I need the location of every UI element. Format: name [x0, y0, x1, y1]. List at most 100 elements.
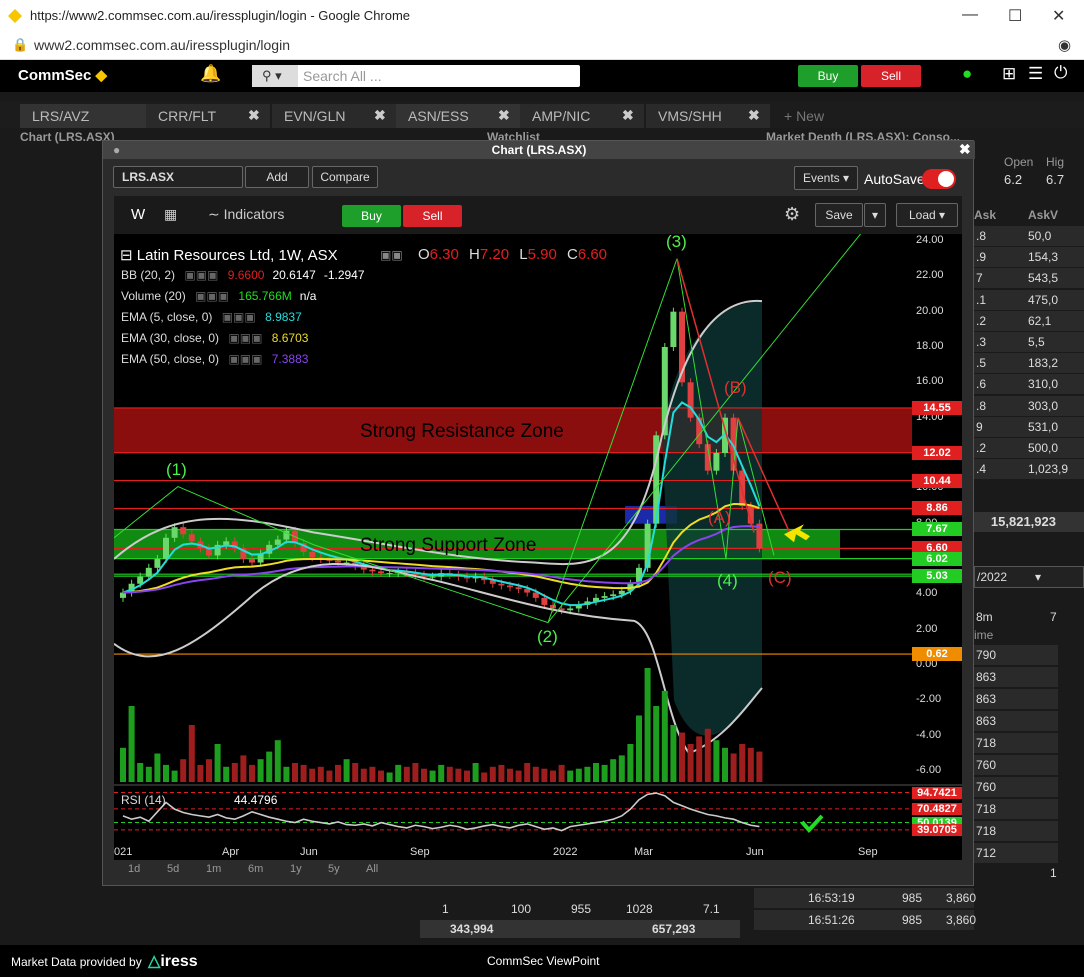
price-chart[interactable]: [114, 234, 962, 860]
period-1y[interactable]: 1y: [290, 863, 302, 875]
tab-amp-nic[interactable]: AMP/NIC ✖: [520, 104, 644, 128]
close-tab-icon[interactable]: ✖: [374, 107, 386, 124]
period-6m[interactable]: 6m: [248, 863, 263, 875]
period-5y[interactable]: 5y: [328, 863, 340, 875]
depth-row[interactable]: .9 154,3: [974, 247, 1084, 269]
power-icon[interactable]: ⏻: [1054, 63, 1067, 83]
address-bar[interactable]: 🔒 www2.commsec.com.au/iressplugin/login …: [0, 32, 1084, 60]
period-5d[interactable]: 5d: [167, 863, 179, 875]
indicator-legend-row[interactable]: EMA (5, close, 0) ▣▣▣ 8.9837: [121, 310, 302, 324]
tab-evn-gln[interactable]: EVN/GLN ✖: [272, 104, 396, 128]
events-dropdown[interactable]: Events ▾: [794, 166, 858, 190]
load-dropdown[interactable]: Load ▾: [896, 203, 958, 227]
minimize-button[interactable]: —: [962, 6, 978, 24]
search-icon[interactable]: ⚲ ▾: [252, 65, 298, 87]
depth-row[interactable]: .4 1,023,9: [974, 459, 1084, 481]
period-1m[interactable]: 1m: [206, 863, 221, 875]
indicator-legend-row[interactable]: EMA (50, close, 0) ▣▣▣ 7.3883: [121, 352, 308, 366]
period-1d[interactable]: 1d: [128, 863, 140, 875]
tab-asn-ess[interactable]: ASN/ESS ✖: [396, 104, 520, 128]
bell-icon[interactable]: 🔔: [200, 64, 221, 84]
depth-row[interactable]: .8 50,0: [974, 226, 1084, 247]
add-icon[interactable]: ⊞: [1002, 64, 1016, 84]
depth-row[interactable]: .3 5,5: [974, 332, 1084, 353]
close-tab-icon[interactable]: ✖: [748, 107, 760, 124]
depth-row[interactable]: .8 303,0: [974, 395, 1084, 417]
wave-b-label: (B): [724, 378, 747, 397]
indicators-button[interactable]: ∼ Indicators: [208, 206, 284, 223]
tab-crr-flt[interactable]: CRR/FLT ✖: [146, 104, 270, 128]
depth-row[interactable]: .5 183,2: [974, 353, 1084, 375]
header-buy-button[interactable]: Buy: [798, 65, 858, 87]
new-tab-button[interactable]: + New: [772, 104, 842, 128]
trade-row[interactable]: 790: [974, 645, 1058, 666]
eye-icon[interactable]: ◉: [1058, 36, 1071, 54]
interval-selector[interactable]: W: [131, 206, 145, 223]
chart-buy-button[interactable]: Buy: [342, 205, 401, 227]
maximize-button[interactable]: ☐: [1008, 6, 1022, 26]
search-input[interactable]: ⚲ ▾ Search All ...: [252, 65, 580, 87]
close-chart-icon[interactable]: ✖: [959, 141, 971, 158]
depth-row[interactable]: .2 62,1: [974, 310, 1084, 332]
close-tab-icon[interactable]: ✖: [498, 107, 510, 124]
trade-row[interactable]: 718: [974, 733, 1058, 754]
close-tab-icon[interactable]: ✖: [622, 107, 634, 124]
symbol-input[interactable]: LRS.ASX: [113, 166, 243, 188]
tab-vms-shh[interactable]: VMS/SHH ✖: [646, 104, 770, 128]
chart-window-title[interactable]: Chart (LRS.ASX): [103, 141, 975, 159]
trade-row[interactable]: 863: [974, 667, 1058, 688]
legend-settings-icon[interactable]: ▣▣: [380, 248, 403, 262]
depth-row[interactable]: .2 500,0: [974, 438, 1084, 459]
close-window-button[interactable]: ✕: [1052, 6, 1065, 26]
period-All[interactable]: All: [366, 863, 378, 875]
trade-row[interactable]: 718: [974, 799, 1058, 820]
commsec-logo: CommSec ◆: [18, 67, 108, 84]
trade-row[interactable]: 712: [974, 843, 1058, 864]
compare-button[interactable]: Compare: [312, 166, 378, 188]
candle: [378, 571, 384, 574]
candle: [386, 573, 393, 575]
gear-icon[interactable]: ⚙: [784, 204, 800, 225]
depth-row[interactable]: 7 543,5: [974, 268, 1084, 290]
trade-row[interactable]: 863: [974, 689, 1058, 710]
tab-lrs-avz[interactable]: LRS/AVZ: [20, 104, 148, 128]
volume-bar: [584, 766, 591, 782]
trade-row[interactable]: 760: [974, 755, 1058, 776]
price-level-badge: 12.02: [912, 445, 962, 460]
volume-bar: [240, 755, 247, 782]
add-button[interactable]: Add: [245, 166, 309, 188]
save-dropdown-icon[interactable]: ▾: [864, 203, 886, 227]
header-sell-button[interactable]: Sell: [861, 65, 921, 87]
site-warning-icon: [8, 9, 22, 23]
price-level-badge: 0.62: [912, 647, 962, 662]
indicator-legend-row[interactable]: BB (20, 2) ▣▣▣ 9.6600 20.6147 -1.2947: [121, 268, 365, 282]
candle-type-icon[interactable]: ▦: [164, 206, 177, 223]
chart-sell-button[interactable]: Sell: [403, 205, 462, 227]
trade-row[interactable]: 718: [974, 821, 1058, 842]
close-tab-icon[interactable]: ✖: [248, 107, 260, 124]
rsi-label: RSI (14): [121, 793, 166, 807]
date-select[interactable]: /2022 ▾: [974, 566, 1084, 588]
menu-icon[interactable]: ☰: [1028, 64, 1043, 84]
depth-row[interactable]: .1 475,0: [974, 289, 1084, 311]
depth-row[interactable]: 9 531,0: [974, 416, 1084, 438]
trade-tail-row[interactable]: 16:51:26 985 3,860: [754, 910, 976, 930]
volume-bar: [171, 770, 178, 782]
open-value: 6.2: [1004, 172, 1023, 187]
depth-row[interactable]: .6 310,0: [974, 374, 1084, 396]
candle: [137, 576, 144, 584]
autosave-toggle[interactable]: [922, 169, 956, 189]
lightbulb-icon[interactable]: ●: [962, 64, 972, 84]
indicator-legend-row[interactable]: EMA (30, close, 0) ▣▣▣ 8.6703: [121, 331, 308, 345]
volume-bar: [756, 751, 763, 782]
volume-bar: [335, 764, 341, 782]
ohlc-readout: O6.30 H7.20 L5.90 C6.60: [418, 246, 608, 263]
indicator-legend-row[interactable]: Volume (20) ▣▣▣ 165.766M n/a: [121, 289, 316, 303]
trade-row[interactable]: 863: [974, 711, 1058, 732]
trade-tail-row[interactable]: 16:53:19 985 3,860: [754, 888, 976, 908]
candle: [515, 587, 522, 590]
save-button[interactable]: Save: [815, 203, 863, 227]
trade-row[interactable]: 760: [974, 777, 1058, 798]
depth-ask: .1: [976, 292, 987, 307]
candle: [713, 453, 720, 471]
